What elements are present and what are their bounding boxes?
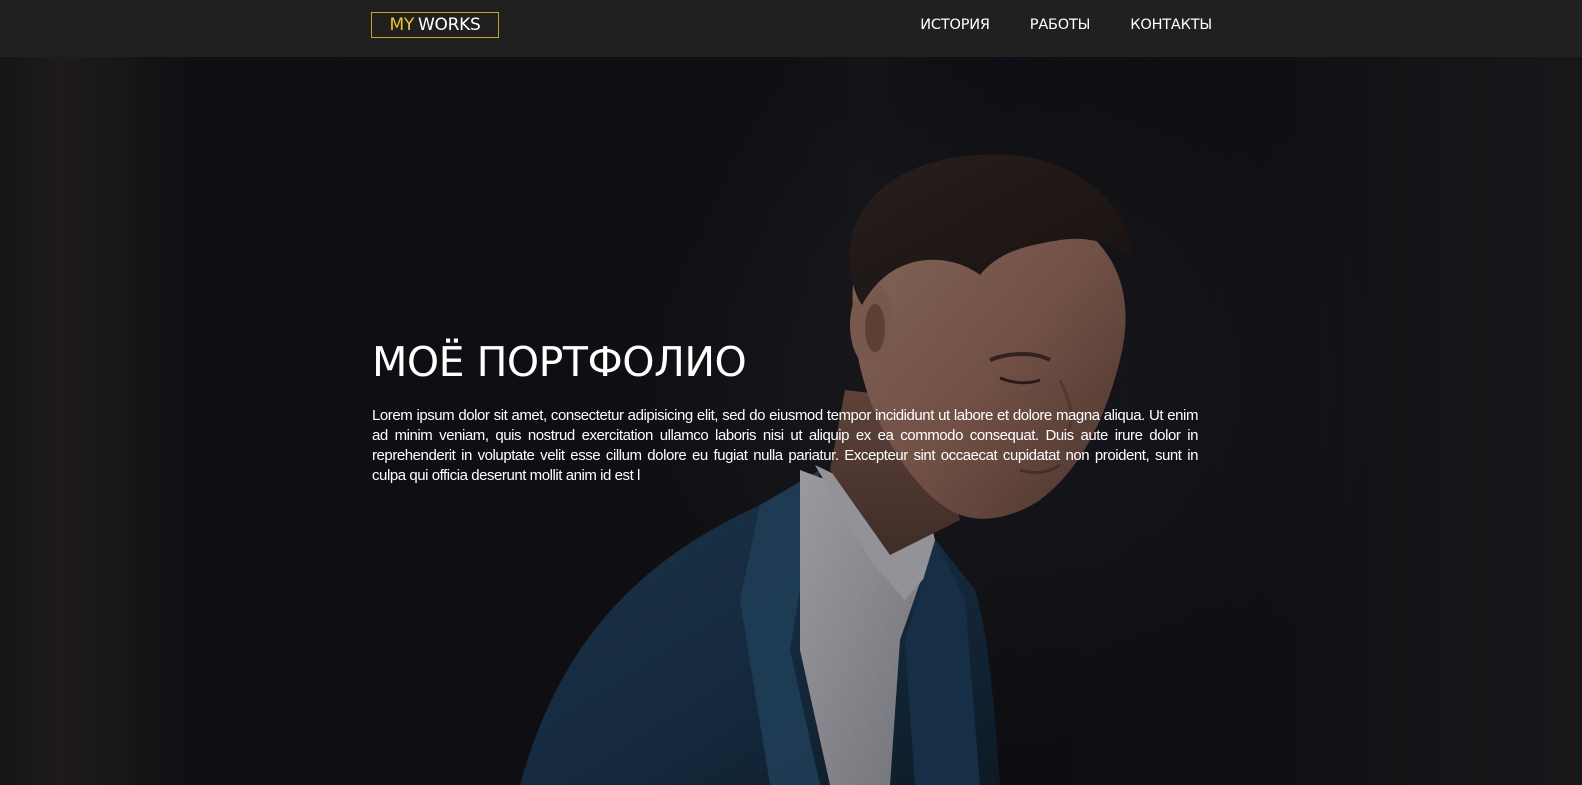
page-title: МОЁ ПОРТФОЛИО — [372, 338, 747, 386]
nav-link-contacts[interactable]: КОНТАКТЫ — [1130, 17, 1212, 33]
portfolio-page: MY WORKS ИСТОРИЯ РАБОТЫ КОНТАКТЫ МОЁ ПОР… — [0, 0, 1582, 785]
nav-link-history[interactable]: ИСТОРИЯ — [920, 17, 990, 33]
logo[interactable]: MY WORKS — [371, 12, 499, 38]
nav-link-works[interactable]: РАБОТЫ — [1030, 17, 1091, 33]
logo-text-my: MY — [389, 15, 415, 35]
site-header: MY WORKS ИСТОРИЯ РАБОТЫ КОНТАКТЫ — [0, 0, 1582, 57]
main-nav: ИСТОРИЯ РАБОТЫ КОНТАКТЫ — [920, 17, 1212, 33]
hero-content: МОЁ ПОРТФОЛИО Lorem ipsum dolor sit amet… — [372, 336, 1198, 486]
hero-description: Lorem ipsum dolor sit amet, consectetur … — [372, 407, 1198, 484]
logo-text-works: WORKS — [418, 15, 481, 35]
